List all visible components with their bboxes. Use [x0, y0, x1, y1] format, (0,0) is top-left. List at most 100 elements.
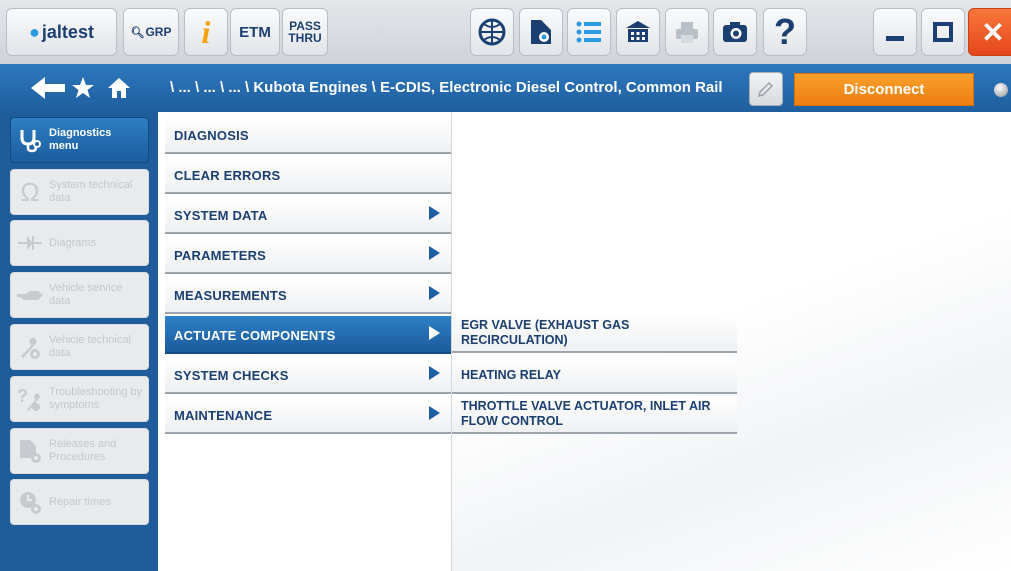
building-icon: [626, 21, 650, 42]
sidebar-item-label: Troubleshooting by symptoms: [49, 386, 143, 411]
globe-icon: [478, 18, 506, 46]
navigation-bar: \ ... \ ... \ ... \ Kubota Engines \ E-C…: [0, 64, 1011, 112]
close-icon: ✕: [981, 16, 1005, 48]
bank-button[interactable]: [616, 8, 660, 56]
submenu-item-egr-valve[interactable]: EGR VALVE (EXHAUST GAS RECIRCULATION): [452, 315, 737, 353]
star-icon: [72, 77, 94, 98]
sidebar-item-label: System technical data: [49, 179, 133, 204]
help-icon: ?: [774, 11, 796, 52]
breadcrumb: \ ... \ ... \ ... \ Kubota Engines \ E-C…: [170, 79, 723, 96]
grp-search-icon: 🔍︎: [130, 26, 145, 39]
menu-item-system-checks[interactable]: SYSTEM CHECKS: [165, 356, 451, 396]
sidebar-item-label: Diagnostics menu: [49, 127, 112, 152]
menu-item-label: ACTUATE COMPONENTS: [174, 328, 336, 343]
list-icon: [576, 21, 601, 43]
menu-item-parameters[interactable]: PARAMETERS: [165, 236, 451, 276]
maximize-button[interactable]: [921, 8, 965, 56]
menu-item-system-data[interactable]: SYSTEM DATA: [165, 196, 451, 236]
camera-icon: [723, 22, 747, 42]
menu-item-label: MEASUREMENTS: [174, 288, 287, 303]
back-button[interactable]: [28, 74, 68, 102]
favorites-button[interactable]: [68, 74, 98, 102]
grp-button[interactable]: 🔍︎ GRP: [123, 8, 179, 56]
minimize-icon: [886, 36, 904, 41]
wrench-gear-icon: [15, 332, 45, 362]
chevron-right-icon: [429, 206, 440, 220]
sidebar-item-vehicle-service-data[interactable]: Vehicle service data: [10, 272, 149, 318]
sidebar-item-label: Vehicle service data: [49, 282, 123, 307]
sidebar-item-releases-and-procedures[interactable]: Releases and Procedures: [10, 428, 149, 474]
info-button[interactable]: i: [184, 8, 228, 56]
menu-item-label: MAINTENANCE: [174, 408, 273, 423]
menu-item-clear-errors[interactable]: CLEAR ERRORS: [165, 156, 451, 196]
submenu-item-label: HEATING RELAY: [461, 368, 562, 382]
info-icon: i: [201, 13, 211, 50]
sidebar-item-repair-times[interactable]: Repair times: [10, 479, 149, 525]
sidebar-item-diagnostics-menu[interactable]: Diagnostics menu: [10, 117, 149, 163]
document-eye-icon: [531, 20, 551, 44]
diagnostics-menu-list: DIAGNOSIS CLEAR ERRORS SYSTEM DATA PARAM…: [165, 112, 452, 571]
chevron-right-icon: [429, 406, 440, 420]
clock-gear-icon: [15, 487, 45, 517]
sidebar-item-label: Repair times: [49, 495, 111, 508]
sidebar-item-vehicle-technical-data[interactable]: Vehicle technical data: [10, 324, 149, 370]
submenu-item-label: THROTTLE VALVE ACTUATOR, INLET AIR FLOW …: [461, 399, 711, 428]
logo-text: jaltest: [41, 21, 94, 42]
edit-button[interactable]: [749, 72, 783, 106]
home-icon: [108, 78, 130, 98]
sidebar-item-label: Releases and Procedures: [49, 438, 117, 463]
sidebar-item-diagrams[interactable]: Diagrams: [10, 220, 149, 266]
pass-thru-button[interactable]: PASS THRU: [282, 8, 328, 56]
connection-status-icon: [994, 83, 1008, 97]
question-wrench-icon: ?: [15, 384, 45, 414]
sidebar: Diagnostics menu Ω System technical data…: [0, 112, 158, 571]
home-button[interactable]: [104, 74, 134, 102]
etm-label: ETM: [239, 23, 271, 41]
stethoscope-icon: [15, 125, 45, 155]
globe-button[interactable]: [470, 8, 514, 56]
list-button[interactable]: [567, 8, 611, 56]
menu-item-label: CLEAR ERRORS: [174, 168, 281, 183]
document-gear-icon: [15, 436, 45, 466]
etm-button[interactable]: ETM: [230, 8, 280, 56]
help-button[interactable]: ?: [763, 8, 807, 56]
sidebar-item-system-technical-data[interactable]: Ω System technical data: [10, 169, 149, 215]
menu-item-measurements[interactable]: MEASUREMENTS: [165, 276, 451, 316]
minimize-button[interactable]: [873, 8, 917, 56]
print-button[interactable]: [665, 8, 709, 56]
maximize-icon: [933, 22, 953, 42]
omega-icon: Ω: [20, 176, 40, 207]
jaltest-logo: ● jaltest: [6, 8, 117, 56]
chevron-right-icon: [429, 286, 440, 300]
sidebar-item-label: Vehicle technical data: [49, 334, 131, 359]
submenu-item-throttle-valve-actuator[interactable]: THROTTLE VALVE ACTUATOR, INLET AIR FLOW …: [452, 396, 737, 434]
menu-item-actuate-components[interactable]: ACTUATE COMPONENTS: [165, 316, 451, 356]
screenshot-button[interactable]: [713, 8, 757, 56]
chevron-right-icon: [429, 366, 440, 380]
pass-thru-label: PASS THRU: [288, 20, 321, 44]
menu-item-label: SYSTEM DATA: [174, 208, 268, 223]
menu-item-label: DIAGNOSIS: [174, 128, 249, 143]
vehicle-view-button[interactable]: [519, 8, 563, 56]
menu-item-label: PARAMETERS: [174, 248, 267, 263]
chevron-right-icon: [429, 326, 440, 340]
submenu-item-label: EGR VALVE (EXHAUST GAS RECIRCULATION): [461, 318, 630, 347]
menu-item-maintenance[interactable]: MAINTENANCE: [165, 396, 451, 436]
disconnect-button[interactable]: Disconnect: [794, 73, 974, 106]
menu-item-diagnosis[interactable]: DIAGNOSIS: [165, 116, 451, 156]
submenu-item-heating-relay[interactable]: HEATING RELAY: [452, 356, 737, 394]
oil-can-icon: [15, 280, 45, 310]
close-button[interactable]: ✕: [968, 8, 1011, 56]
printer-icon: [676, 22, 698, 43]
logo-dot-icon: ●: [29, 21, 40, 42]
top-toolbar: ● jaltest 🔍︎ GRP i ETM PASS THRU ? ✕: [0, 0, 1011, 65]
chevron-right-icon: [429, 246, 440, 260]
diode-icon: [15, 228, 45, 258]
thru-label: THRU: [288, 31, 322, 45]
sidebar-item-troubleshooting-by-symptoms[interactable]: ? Troubleshooting by symptoms: [10, 376, 149, 422]
sidebar-item-label: Diagrams: [49, 236, 97, 249]
menu-item-label: SYSTEM CHECKS: [174, 368, 289, 383]
svg-text:?: ?: [17, 386, 28, 406]
grp-label: GRP: [145, 25, 172, 39]
arrow-left-icon: [31, 77, 65, 99]
